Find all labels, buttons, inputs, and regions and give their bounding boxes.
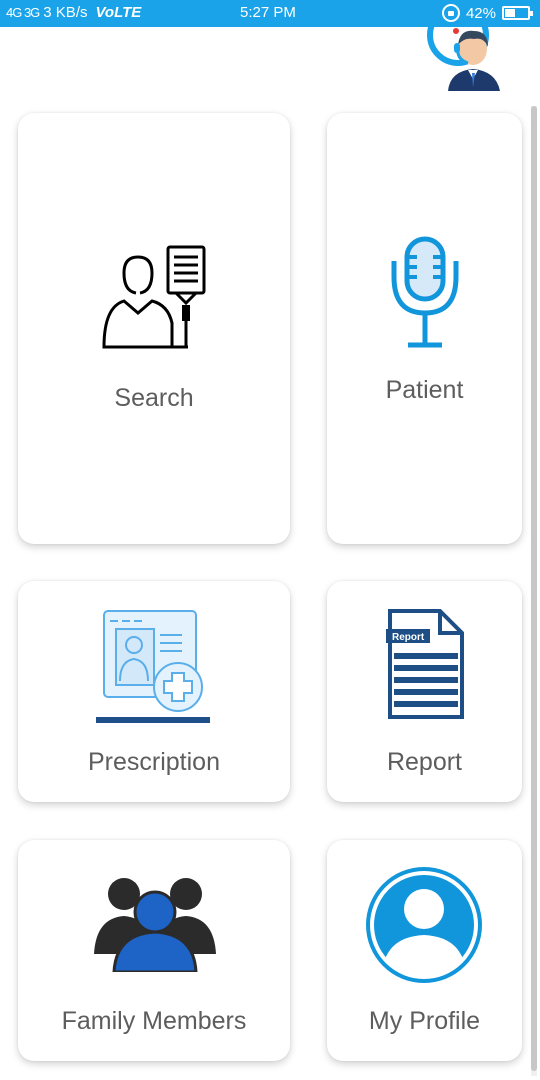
- report-card[interactable]: Report Report: [327, 581, 522, 802]
- family-icon: [94, 870, 216, 977]
- battery-icon: [502, 6, 533, 20]
- status-left: 4G 3G 3 KB/s VoLTE: [6, 4, 141, 21]
- family-members-card-label: Family Members: [61, 1007, 247, 1035]
- network-type: 4G 3G: [6, 5, 40, 20]
- volte-indicator: VoLTE: [95, 4, 142, 21]
- report-badge-text: Report: [392, 632, 425, 643]
- status-time: 5:27 PM: [240, 4, 296, 21]
- rotation-lock-icon: [441, 4, 460, 22]
- prescription-icon: [96, 609, 214, 732]
- profile-icon: [364, 865, 484, 990]
- microphone-icon: [390, 235, 460, 356]
- patient-card-label: Patient: [385, 376, 464, 404]
- family-members-card[interactable]: Family Members: [18, 840, 290, 1061]
- status-bar: 4G 3G 3 KB/s VoLTE 5:27 PM 42%: [0, 0, 540, 27]
- scrollbar-thumb[interactable]: [531, 106, 537, 1071]
- battery-fill: [505, 9, 516, 17]
- prescription-card[interactable]: Prescription: [18, 581, 290, 802]
- report-card-label: Report: [386, 748, 463, 776]
- status-right: 42%: [441, 4, 533, 22]
- prescription-card-label: Prescription: [88, 748, 220, 776]
- support-agent-icon[interactable]: [418, 27, 510, 91]
- patient-card[interactable]: Patient: [327, 113, 522, 544]
- report-icon: Report: [386, 609, 466, 726]
- battery-percent: 42%: [465, 4, 496, 22]
- doctor-iv-icon: [102, 243, 210, 356]
- my-profile-card-label: My Profile: [368, 1007, 481, 1035]
- my-profile-card[interactable]: My Profile: [327, 840, 522, 1061]
- search-card-label: Search: [114, 384, 194, 412]
- network-speed: 3 KB/s: [43, 4, 88, 21]
- search-card[interactable]: Search: [18, 113, 290, 544]
